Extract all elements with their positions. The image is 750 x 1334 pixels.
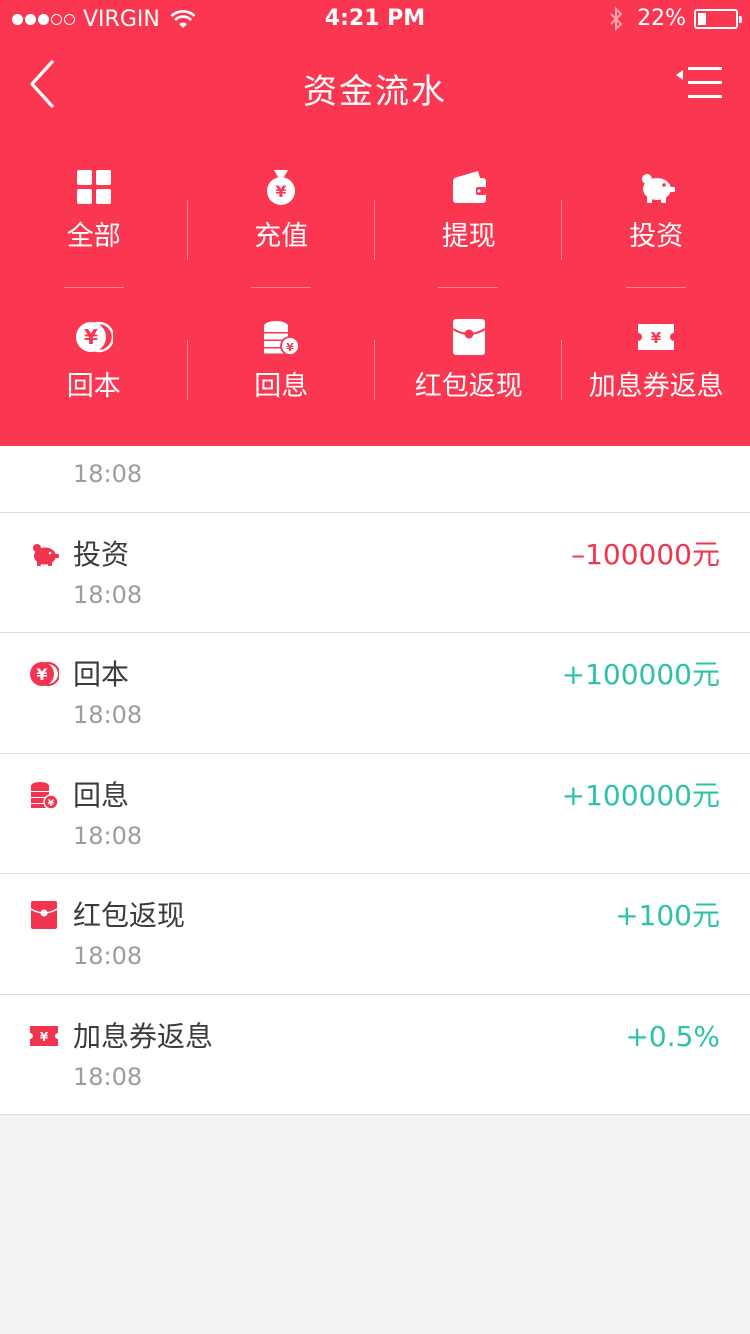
filter-label: 投资	[629, 221, 684, 252]
transaction-type: 回息	[73, 778, 130, 812]
divider	[64, 287, 124, 288]
svg-text:¥: ¥	[84, 325, 98, 349]
filter-invest[interactable]: 投资	[563, 146, 750, 296]
money-bag-icon: ¥	[267, 170, 296, 205]
battery-icon	[694, 8, 742, 29]
transaction-time: 18:08	[73, 460, 143, 488]
divider	[187, 340, 188, 400]
transaction-amount: +0.5%	[625, 1019, 720, 1053]
transaction-amount: –100000元	[571, 537, 720, 571]
svg-text:¥: ¥	[276, 182, 287, 201]
transaction-amount: +100000元	[561, 658, 720, 691]
menu-icon[interactable]	[676, 65, 722, 101]
divider	[561, 200, 562, 260]
transaction-row[interactable]: ¥ 回本 18:08 +100000元	[0, 633, 750, 754]
divider	[626, 287, 686, 288]
transaction-type: 回本	[73, 658, 130, 691]
transaction-row[interactable]: ¥ 加息券返息 18:08 +0.5%	[0, 995, 750, 1115]
red-envelope-icon	[30, 901, 58, 929]
filter-all[interactable]: 全部	[0, 146, 188, 296]
grid-icon	[76, 170, 111, 204]
transaction-list: 18:08 投资 18:08 –100000元 ¥ 回本 18:08 +1000…	[0, 392, 750, 1115]
transaction-time: 18:08	[73, 580, 143, 609]
transaction-time: 18:08	[73, 701, 143, 729]
filter-coupon[interactable]: ¥ 加息券返息	[563, 296, 750, 446]
status-bar: VIRGIN 4:21 PM 22%	[0, 0, 750, 40]
status-right: 22%	[609, 6, 742, 31]
red-envelope-icon	[452, 319, 486, 355]
filter-label: 回本	[66, 371, 121, 402]
filter-label: 加息券返息	[588, 371, 724, 402]
filter-label: 提现	[441, 221, 496, 252]
coin-return-icon: ¥	[75, 321, 113, 353]
filter-label: 回息	[254, 371, 309, 402]
divider	[251, 287, 311, 288]
transaction-type: 加息券返息	[73, 1019, 214, 1053]
filter-red-envelope[interactable]: 红包返现	[375, 296, 563, 446]
svg-text:¥: ¥	[286, 341, 294, 354]
svg-text:¥: ¥	[48, 799, 55, 809]
bluetooth-icon	[610, 6, 623, 31]
transaction-row[interactable]: 红包返现 18:08 +100元	[0, 874, 750, 995]
filter-label: 充值	[254, 221, 309, 252]
filter-interest[interactable]: ¥ 回息	[188, 296, 376, 446]
filter-recharge[interactable]: ¥ 充值	[188, 146, 376, 296]
navigation-bar: 资金流水	[0, 40, 750, 128]
transaction-amount: +100元	[615, 899, 720, 932]
coin-return-icon: ¥	[30, 661, 59, 687]
filter-grid: 全部 ¥ 充值 提现 投资 ¥ 回本 ¥ 回息 红包返现 ¥ 加息券返息	[0, 146, 750, 446]
divider	[187, 200, 188, 260]
svg-text:¥: ¥	[40, 1030, 49, 1044]
transaction-time: 18:08	[73, 1062, 143, 1091]
divider	[561, 340, 562, 400]
transaction-time: 18:08	[73, 821, 143, 850]
transaction-type: 投资	[73, 537, 130, 571]
transaction-time: 18:08	[73, 942, 143, 970]
wallet-icon	[452, 171, 486, 203]
coupon-icon: ¥	[30, 1025, 58, 1046]
filter-withdraw[interactable]: 提现	[375, 146, 563, 296]
filter-label: 全部	[66, 221, 121, 252]
coupon-icon: ¥	[638, 324, 675, 350]
divider	[374, 340, 375, 400]
filter-principal[interactable]: ¥ 回本	[0, 296, 188, 446]
divider	[438, 287, 498, 288]
coin-stack-icon: ¥	[31, 781, 59, 810]
coin-stack-icon: ¥	[264, 321, 301, 356]
transaction-type: 红包返现	[73, 899, 186, 932]
divider	[374, 200, 375, 260]
transaction-amount: +100000元	[561, 778, 720, 812]
transaction-row[interactable]: ¥ 回息 18:08 +100000元	[0, 754, 750, 874]
svg-text:¥: ¥	[651, 329, 662, 347]
header-panel: VIRGIN 4:21 PM 22% 资金流水 全部 ¥ 充值 提现 投资 ¥ …	[0, 0, 750, 446]
page-title: 资金流水	[303, 72, 447, 112]
battery-percentage: 22%	[637, 6, 686, 31]
piggy-bank-icon	[33, 543, 59, 566]
transaction-row[interactable]: 投资 18:08 –100000元	[0, 513, 750, 633]
filter-label: 红包返现	[414, 371, 523, 402]
piggy-bank-icon	[642, 174, 676, 203]
svg-text:¥: ¥	[36, 665, 47, 684]
